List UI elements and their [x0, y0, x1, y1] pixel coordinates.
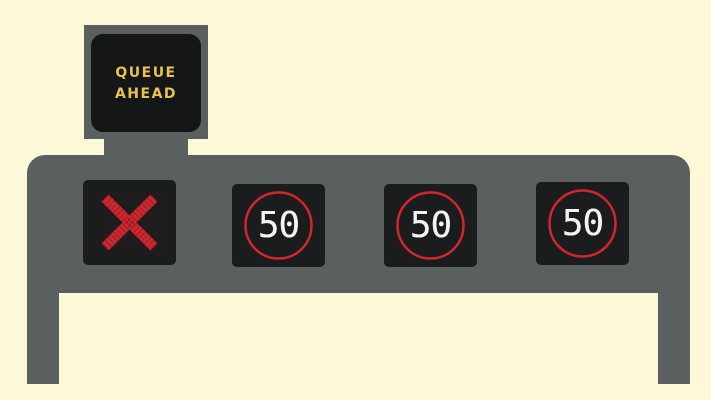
red-x-icon	[97, 191, 162, 254]
lane-signal-1	[83, 180, 176, 265]
lane-signal-4: 50	[536, 182, 629, 265]
gantry-leg-left	[27, 290, 59, 384]
speed-limit-value: 50	[257, 205, 300, 246]
vms-sign-screen: QUEUE AHEAD	[91, 34, 201, 132]
speed-limit-value: 50	[409, 205, 452, 246]
lane-signal-2: 50	[232, 184, 325, 267]
vms-message-line-1: QUEUE	[115, 64, 177, 81]
lane-signal-3: 50	[384, 184, 477, 267]
gantry-leg-right	[658, 290, 690, 384]
vms-message-line-2: AHEAD	[114, 85, 178, 102]
gantry-scene: QUEUE AHEAD 50 50 50	[0, 0, 711, 400]
speed-limit-value: 50	[561, 203, 604, 244]
